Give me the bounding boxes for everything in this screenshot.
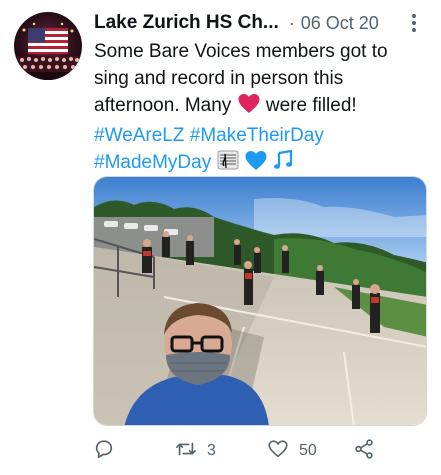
tweet-text-line: afternoon. Many were filled!	[94, 92, 429, 122]
blue-heart-icon	[244, 150, 268, 179]
retweet-button[interactable]: 3	[175, 436, 216, 466]
hashtag-link[interactable]: #MakeTheirDay	[190, 125, 324, 146]
like-button[interactable]: 50	[267, 436, 317, 466]
retweet-icon	[175, 438, 197, 465]
hashtag-link[interactable]: #WeAreLZ	[94, 125, 184, 146]
avatar-image	[14, 22, 82, 80]
account-name[interactable]: Lake Zurich HS Ch...	[94, 12, 279, 34]
tweet-actions: 3 50	[93, 436, 393, 466]
hashtag-line: #WeAreLZ #MakeTheirDay	[94, 122, 429, 149]
tweet-text: Some Bare Voices members got to sing and…	[94, 38, 429, 179]
hashtag-link[interactable]: #MadeMyDay	[94, 152, 211, 173]
tweet-text-line: sing and record in person this	[94, 68, 344, 89]
tweet-header: Lake Zurich HS Ch... · 06 Oct 20	[94, 10, 429, 36]
like-count: 50	[299, 442, 317, 459]
tweet-photo[interactable]	[93, 176, 427, 426]
musical-notes-icon	[273, 149, 297, 179]
reply-icon	[93, 438, 115, 465]
hashtag-line: #MadeMyDay	[94, 149, 429, 179]
tweet-card[interactable]: Lake Zurich HS Ch... · 06 Oct 20 Some Ba…	[0, 0, 441, 475]
share-button[interactable]	[353, 436, 385, 466]
tweet-date[interactable]: 06 Oct 20	[301, 13, 379, 34]
more-options-icon[interactable]	[405, 12, 423, 34]
musical-score-icon	[217, 149, 239, 179]
avatar[interactable]	[14, 12, 82, 80]
tweet-text-fragment: afternoon. Many	[94, 95, 232, 116]
reply-button[interactable]	[93, 436, 125, 466]
tweet-text-fragment: were filled!	[265, 95, 357, 116]
red-heart-icon	[237, 93, 261, 122]
heart-icon	[267, 438, 289, 465]
choir-selfie-photo	[94, 177, 426, 425]
separator: ·	[288, 12, 295, 33]
retweet-count: 3	[207, 442, 216, 459]
share-icon	[353, 438, 375, 465]
tweet-text-line: Some Bare Voices members got to	[94, 41, 388, 62]
